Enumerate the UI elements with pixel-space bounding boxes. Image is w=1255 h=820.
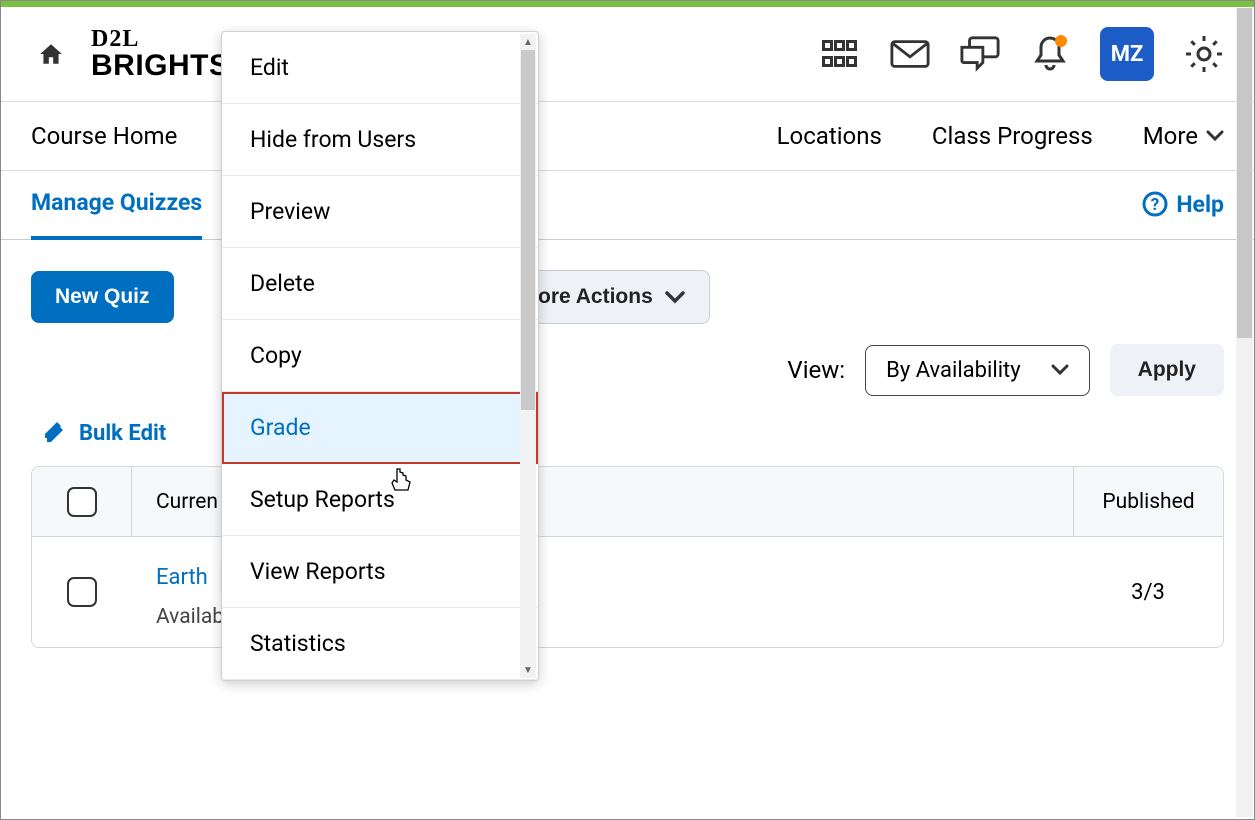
- nav-more-label: More: [1143, 122, 1198, 150]
- chevron-down-icon: [665, 290, 685, 304]
- svg-text:?: ?: [1151, 195, 1159, 215]
- scroll-thumb[interactable]: [521, 50, 535, 410]
- course-nav: Course Home Locations Class Progress Mor…: [1, 101, 1254, 171]
- menu-item-view-reports[interactable]: View Reports: [222, 536, 538, 608]
- quiz-title-link[interactable]: Earth: [156, 565, 208, 590]
- chat-icon[interactable]: [960, 34, 1000, 74]
- menu-scrollbar[interactable]: ▲ ▼: [520, 34, 536, 678]
- nav-more[interactable]: More: [1143, 122, 1224, 150]
- help-icon: ?: [1142, 191, 1168, 217]
- scroll-up-icon[interactable]: ▲: [520, 34, 536, 50]
- menu-item-setup-reports[interactable]: Setup Reports: [222, 464, 538, 536]
- apply-button[interactable]: Apply: [1110, 344, 1224, 396]
- top-icons: MZ: [820, 27, 1224, 81]
- scroll-down-icon[interactable]: ▼: [520, 662, 536, 678]
- mail-icon[interactable]: [890, 34, 930, 74]
- bulk-edit-link[interactable]: Bulk Edit: [1, 416, 1254, 466]
- menu-item-grade[interactable]: Grade: [222, 392, 538, 464]
- bell-icon[interactable]: [1030, 34, 1070, 74]
- sub-tabs: Manage Quizzes spacer tistics ? Help: [1, 171, 1254, 240]
- notification-badge: [1055, 35, 1067, 47]
- new-quiz-button[interactable]: New Quiz: [31, 271, 174, 323]
- menu-item-copy[interactable]: Copy: [222, 320, 538, 392]
- published-count: 3/3: [1073, 537, 1223, 647]
- toolbar: New Quiz More Actions: [1, 240, 1254, 344]
- home-icon[interactable]: [31, 34, 71, 74]
- view-selected: By Availability: [886, 358, 1021, 383]
- menu-item-preview[interactable]: Preview: [222, 176, 538, 248]
- menu-item-statistics[interactable]: Statistics: [222, 608, 538, 680]
- window-scrollbar[interactable]: [1236, 8, 1253, 817]
- tab-manage-quizzes[interactable]: Manage Quizzes: [31, 189, 202, 240]
- help-label: Help: [1176, 191, 1224, 218]
- brand-line2: BRIGHTS: [91, 51, 230, 81]
- pencil-icon: [43, 420, 69, 446]
- table-header: Curren Published: [32, 467, 1223, 537]
- nav-class-progress[interactable]: Class Progress: [932, 122, 1093, 150]
- bulk-edit-label: Bulk Edit: [79, 421, 166, 446]
- top-header: D2L BRIGHTS MZ: [1, 7, 1254, 101]
- help-link[interactable]: ? Help: [1142, 191, 1224, 238]
- quiz-table: Curren Published Earth Available on Mar …: [31, 466, 1224, 648]
- row-checkbox[interactable]: [67, 577, 97, 607]
- nav-locations[interactable]: Locations: [777, 122, 882, 150]
- more-actions-label: More Actions: [521, 285, 653, 309]
- chevron-down-icon: [1206, 130, 1224, 142]
- brand-line1: D2L: [91, 27, 230, 51]
- menu-item-edit[interactable]: Edit: [222, 32, 538, 104]
- filter-row: View: By Availability Apply: [1, 344, 1254, 416]
- apps-grid-icon[interactable]: [820, 34, 860, 74]
- view-label: View:: [787, 356, 845, 384]
- avatar[interactable]: MZ: [1100, 27, 1154, 81]
- table-row: Earth Available on Mar 27, 2023 12:01 AM…: [32, 537, 1223, 647]
- window-scroll-thumb[interactable]: [1237, 8, 1252, 338]
- brand-logo: D2L BRIGHTS: [91, 27, 230, 81]
- nav-course-home[interactable]: Course Home: [31, 122, 177, 150]
- quiz-context-menu: EditHide from UsersPreviewDeleteCopyGrad…: [221, 31, 539, 681]
- gear-icon[interactable]: [1184, 34, 1224, 74]
- menu-item-delete[interactable]: Delete: [222, 248, 538, 320]
- select-all-checkbox[interactable]: [67, 487, 97, 517]
- view-select[interactable]: By Availability: [865, 345, 1090, 396]
- col-header-published: Published: [1073, 467, 1223, 536]
- menu-item-hide-from-users[interactable]: Hide from Users: [222, 104, 538, 176]
- chevron-down-icon: [1051, 364, 1069, 376]
